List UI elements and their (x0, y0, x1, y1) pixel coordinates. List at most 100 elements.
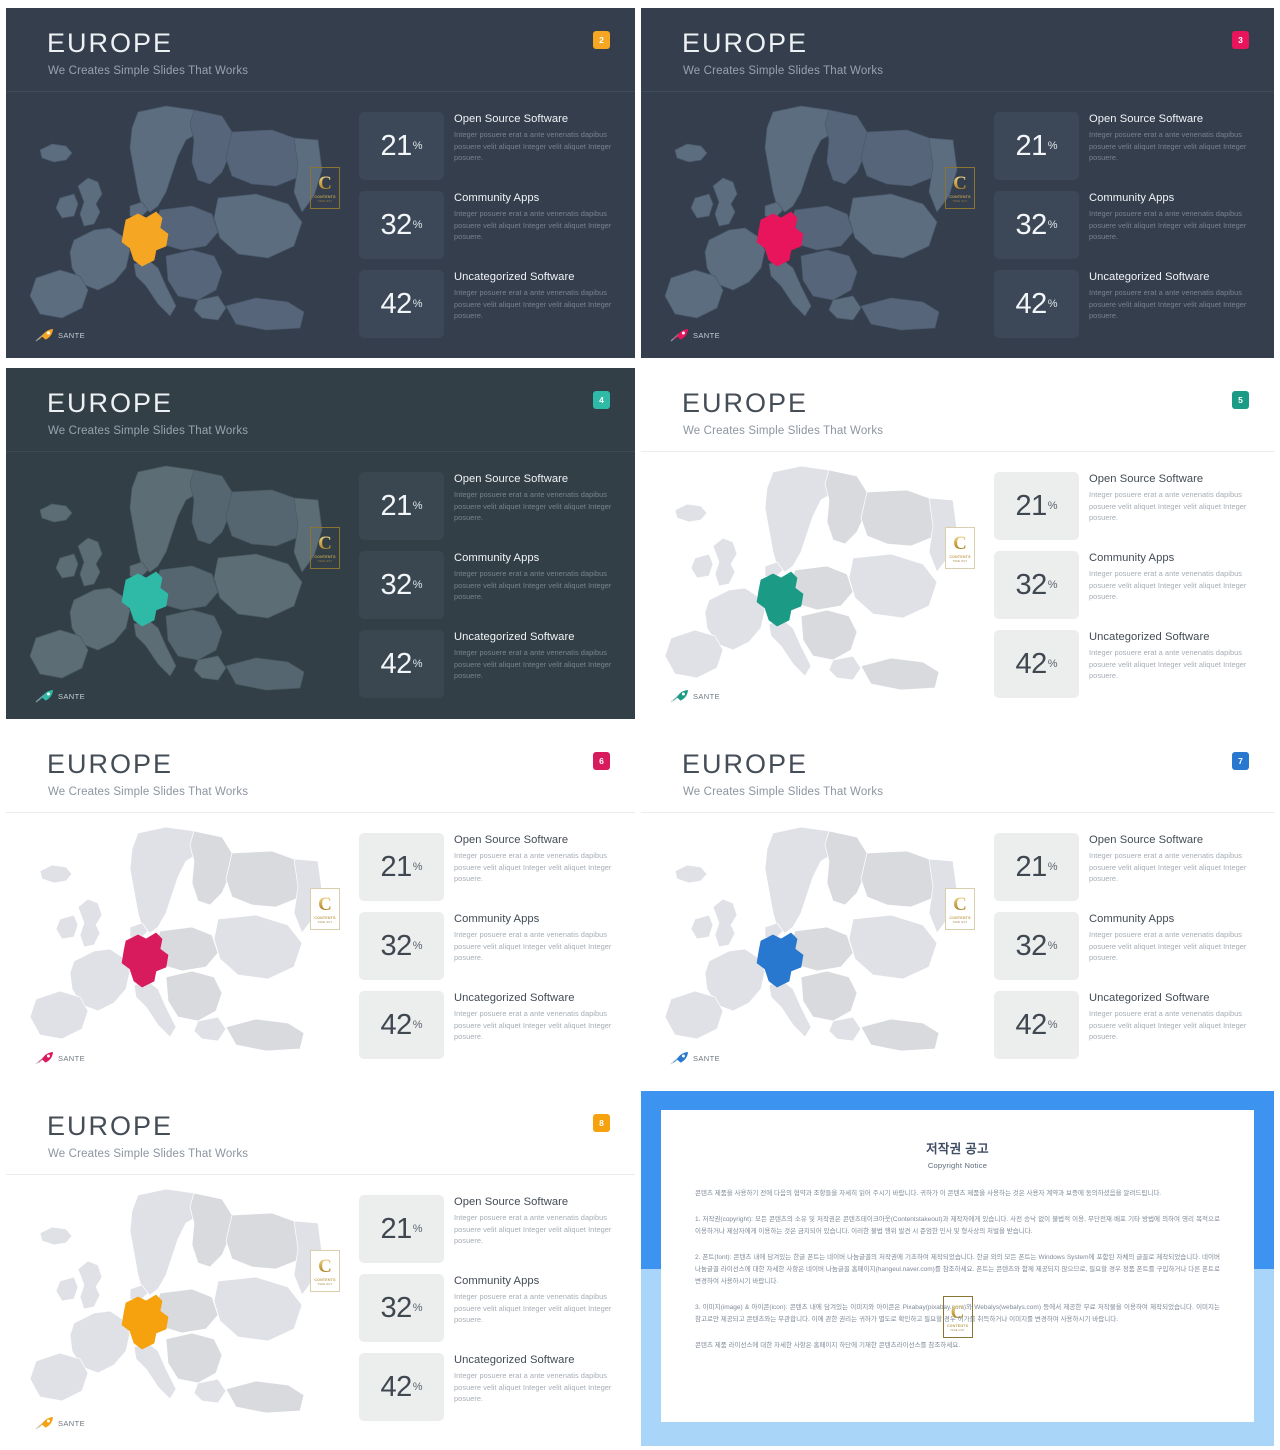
stat-text: Open Source Software Integer posuere era… (1089, 113, 1261, 163)
stat-card[interactable]: 32% (359, 912, 444, 980)
stat-card[interactable]: 32% (359, 191, 444, 259)
contents-logo-glyph: C (318, 1255, 332, 1277)
brand-logo[interactable]: SANTE (670, 328, 720, 342)
page-title: EUROPE (47, 749, 174, 779)
slide-copyright[interactable]: 저작권 공고 Copyright Notice 콘텐츠 제품을 사용하기 전에 … (637, 1085, 1280, 1450)
copyright-paragraph: 2. 폰트(font): 콘텐츠 내에 담겨있는 한글 폰트는 네이버 나눔글꼴… (695, 1254, 1220, 1286)
stat-card[interactable]: 32% (359, 551, 444, 619)
stat-body: Integer posuere erat a ante venenatis da… (1089, 930, 1247, 962)
contents-logo-glyph: C (953, 893, 967, 915)
contents-logo-line2: TAKE OUT (950, 1328, 965, 1332)
europe-map[interactable] (661, 100, 961, 335)
stat-body: Integer posuere erat a ante venenatis da… (454, 648, 612, 680)
page-badge[interactable]: 8 (593, 1114, 610, 1132)
europe-map[interactable] (26, 460, 326, 695)
stat-card[interactable]: 21% (994, 112, 1079, 180)
copyright-heading-ko: 저작권 공고 (926, 1142, 989, 1156)
page-subtitle: We Creates Simple Slides That Works (683, 65, 884, 77)
copyright-panel: 저작권 공고 Copyright Notice 콘텐츠 제품을 사용하기 전에 … (641, 1091, 1274, 1446)
stat-card[interactable]: 21% (994, 833, 1079, 901)
contents-logo-line2: TAKE OUT (317, 920, 333, 924)
stat-row: 32% Community Apps Integer posuere erat … (359, 912, 627, 982)
stat-card[interactable]: 32% (359, 1274, 444, 1342)
stat-unit: % (1047, 298, 1058, 310)
page-badge[interactable]: 2 (593, 31, 610, 49)
stat-title: Community Apps (454, 1275, 540, 1287)
brand-logo[interactable]: SANTE (35, 328, 85, 342)
slide-canvas: EUROPE We Creates Simple Slides That Wor… (6, 368, 635, 719)
stat-body: Integer posuere erat a ante venenatis da… (454, 1009, 612, 1041)
europe-map[interactable] (661, 821, 961, 1056)
stat-row: 21% Open Source Software Integer posuere… (994, 833, 1262, 903)
stat-card[interactable]: 32% (994, 551, 1079, 619)
stat-row: 21% Open Source Software Integer posuere… (994, 112, 1262, 182)
stat-value: 42 (1015, 287, 1047, 320)
europe-map[interactable] (661, 460, 961, 695)
stat-card[interactable]: 42% (359, 270, 444, 338)
copyright-paper: 저작권 공고 Copyright Notice 콘텐츠 제품을 사용하기 전에 … (661, 1110, 1254, 1422)
stat-card[interactable]: 42% (994, 991, 1079, 1059)
brand-logo[interactable]: SANTE (35, 1416, 85, 1430)
europe-map[interactable] (26, 1183, 326, 1418)
page-title: EUROPE (47, 1111, 174, 1141)
europe-map[interactable] (26, 100, 326, 335)
slide-canvas: EUROPE We Creates Simple Slides That Wor… (641, 8, 1274, 358)
brand-logo[interactable]: SANTE (35, 1051, 85, 1065)
stat-body: Integer posuere erat a ante venenatis da… (454, 851, 612, 883)
stat-card[interactable]: 21% (359, 833, 444, 901)
contents-logo-glyph: C (318, 172, 332, 194)
stat-card[interactable]: 42% (994, 270, 1079, 338)
slide-3[interactable]: EUROPE We Creates Simple Slides That Wor… (637, 0, 1280, 362)
stat-row: 42% Uncategorized Software Integer posue… (359, 630, 627, 700)
contents-logo-glyph: C (953, 532, 967, 554)
page-badge[interactable]: 3 (1232, 31, 1249, 49)
stat-card[interactable]: 42% (359, 1353, 444, 1421)
stat-row: 21% Open Source Software Integer posuere… (359, 1195, 627, 1265)
slide-header: EUROPE We Creates Simple Slides That Wor… (641, 368, 1274, 452)
stat-title: Community Apps (454, 913, 540, 925)
slide-8[interactable]: EUROPE We Creates Simple Slides That Wor… (0, 1085, 637, 1450)
page-badge[interactable]: 6 (593, 752, 610, 770)
europe-map[interactable] (26, 821, 326, 1056)
slide-2[interactable]: EUROPE We Creates Simple Slides That Wor… (0, 0, 637, 362)
stat-card[interactable]: 21% (359, 472, 444, 540)
brand-logo[interactable]: SANTE (670, 689, 720, 703)
stat-title: Community Apps (1089, 192, 1175, 204)
stat-row: 21% Open Source Software Integer posuere… (994, 472, 1262, 542)
page-badge[interactable]: 7 (1232, 752, 1249, 770)
stat-card[interactable]: 42% (359, 991, 444, 1059)
stat-card[interactable]: 21% (994, 472, 1079, 540)
slide-7[interactable]: EUROPE We Creates Simple Slides That Wor… (637, 723, 1280, 1085)
brand-logo[interactable]: SANTE (35, 689, 85, 703)
slide-4[interactable]: EUROPE We Creates Simple Slides That Wor… (0, 362, 637, 723)
stat-body: Integer posuere erat a ante venenatis da… (1089, 569, 1247, 601)
stat-value: 42 (380, 1008, 412, 1041)
stat-value: 32 (380, 1291, 412, 1324)
stat-unit: % (412, 1381, 423, 1393)
stat-value: 32 (380, 208, 412, 241)
stat-card[interactable]: 32% (994, 912, 1079, 980)
stat-card[interactable]: 21% (359, 1195, 444, 1263)
stat-row: 32% Community Apps Integer posuere erat … (359, 191, 627, 261)
rocket-icon (35, 690, 53, 703)
stat-card[interactable]: 42% (359, 630, 444, 698)
stat-value: 42 (380, 647, 412, 680)
stat-unit: % (412, 298, 423, 310)
stat-card[interactable]: 21% (359, 112, 444, 180)
stat-value: 32 (380, 568, 412, 601)
stat-text: Open Source Software Integer posuere era… (1089, 834, 1261, 884)
page-badge[interactable]: 4 (593, 391, 610, 409)
stat-title: Open Source Software (454, 113, 569, 125)
brand-logo[interactable]: SANTE (670, 1051, 720, 1065)
stat-card[interactable]: 42% (994, 630, 1079, 698)
stat-unit: % (1047, 579, 1058, 591)
contents-logo-line2: TAKE OUT (952, 920, 968, 924)
slide-6[interactable]: EUROPE We Creates Simple Slides That Wor… (0, 723, 637, 1085)
rocket-icon (670, 1052, 688, 1065)
stat-card[interactable]: 32% (994, 191, 1079, 259)
stat-unit: % (1047, 140, 1058, 152)
slide-5[interactable]: EUROPE We Creates Simple Slides That Wor… (637, 362, 1280, 723)
page-badge[interactable]: 5 (1232, 391, 1249, 409)
stat-value: 42 (1015, 647, 1047, 680)
stat-unit: % (412, 1223, 423, 1235)
